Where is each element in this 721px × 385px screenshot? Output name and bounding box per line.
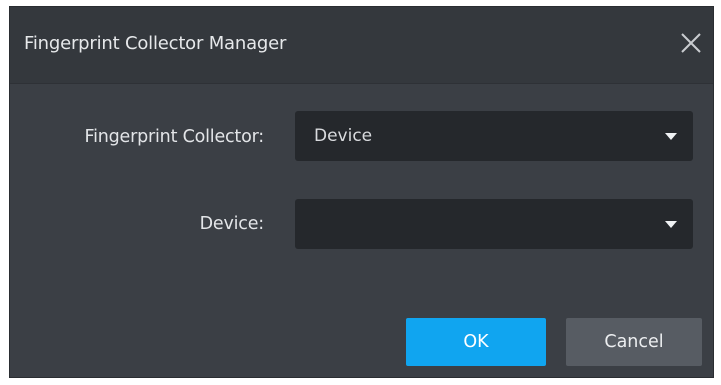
device-label: Device: [199,214,265,234]
cancel-button[interactable]: Cancel [566,318,702,366]
fingerprint-collector-value: Device [314,126,373,146]
chevron-down-icon [665,221,677,228]
fingerprint-collector-label: Fingerprint Collector: [84,127,265,147]
dialog-title: Fingerprint Collector Manager [24,33,287,54]
close-icon[interactable] [677,29,705,57]
fingerprint-collector-select[interactable]: Device [295,111,693,161]
device-select[interactable] [295,199,693,249]
chevron-down-icon [665,133,677,140]
fingerprint-collector-dialog: Fingerprint Collector Manager Fingerprin… [9,6,714,378]
ok-button[interactable]: OK [406,318,546,366]
dialog-titlebar: Fingerprint Collector Manager [10,7,713,84]
